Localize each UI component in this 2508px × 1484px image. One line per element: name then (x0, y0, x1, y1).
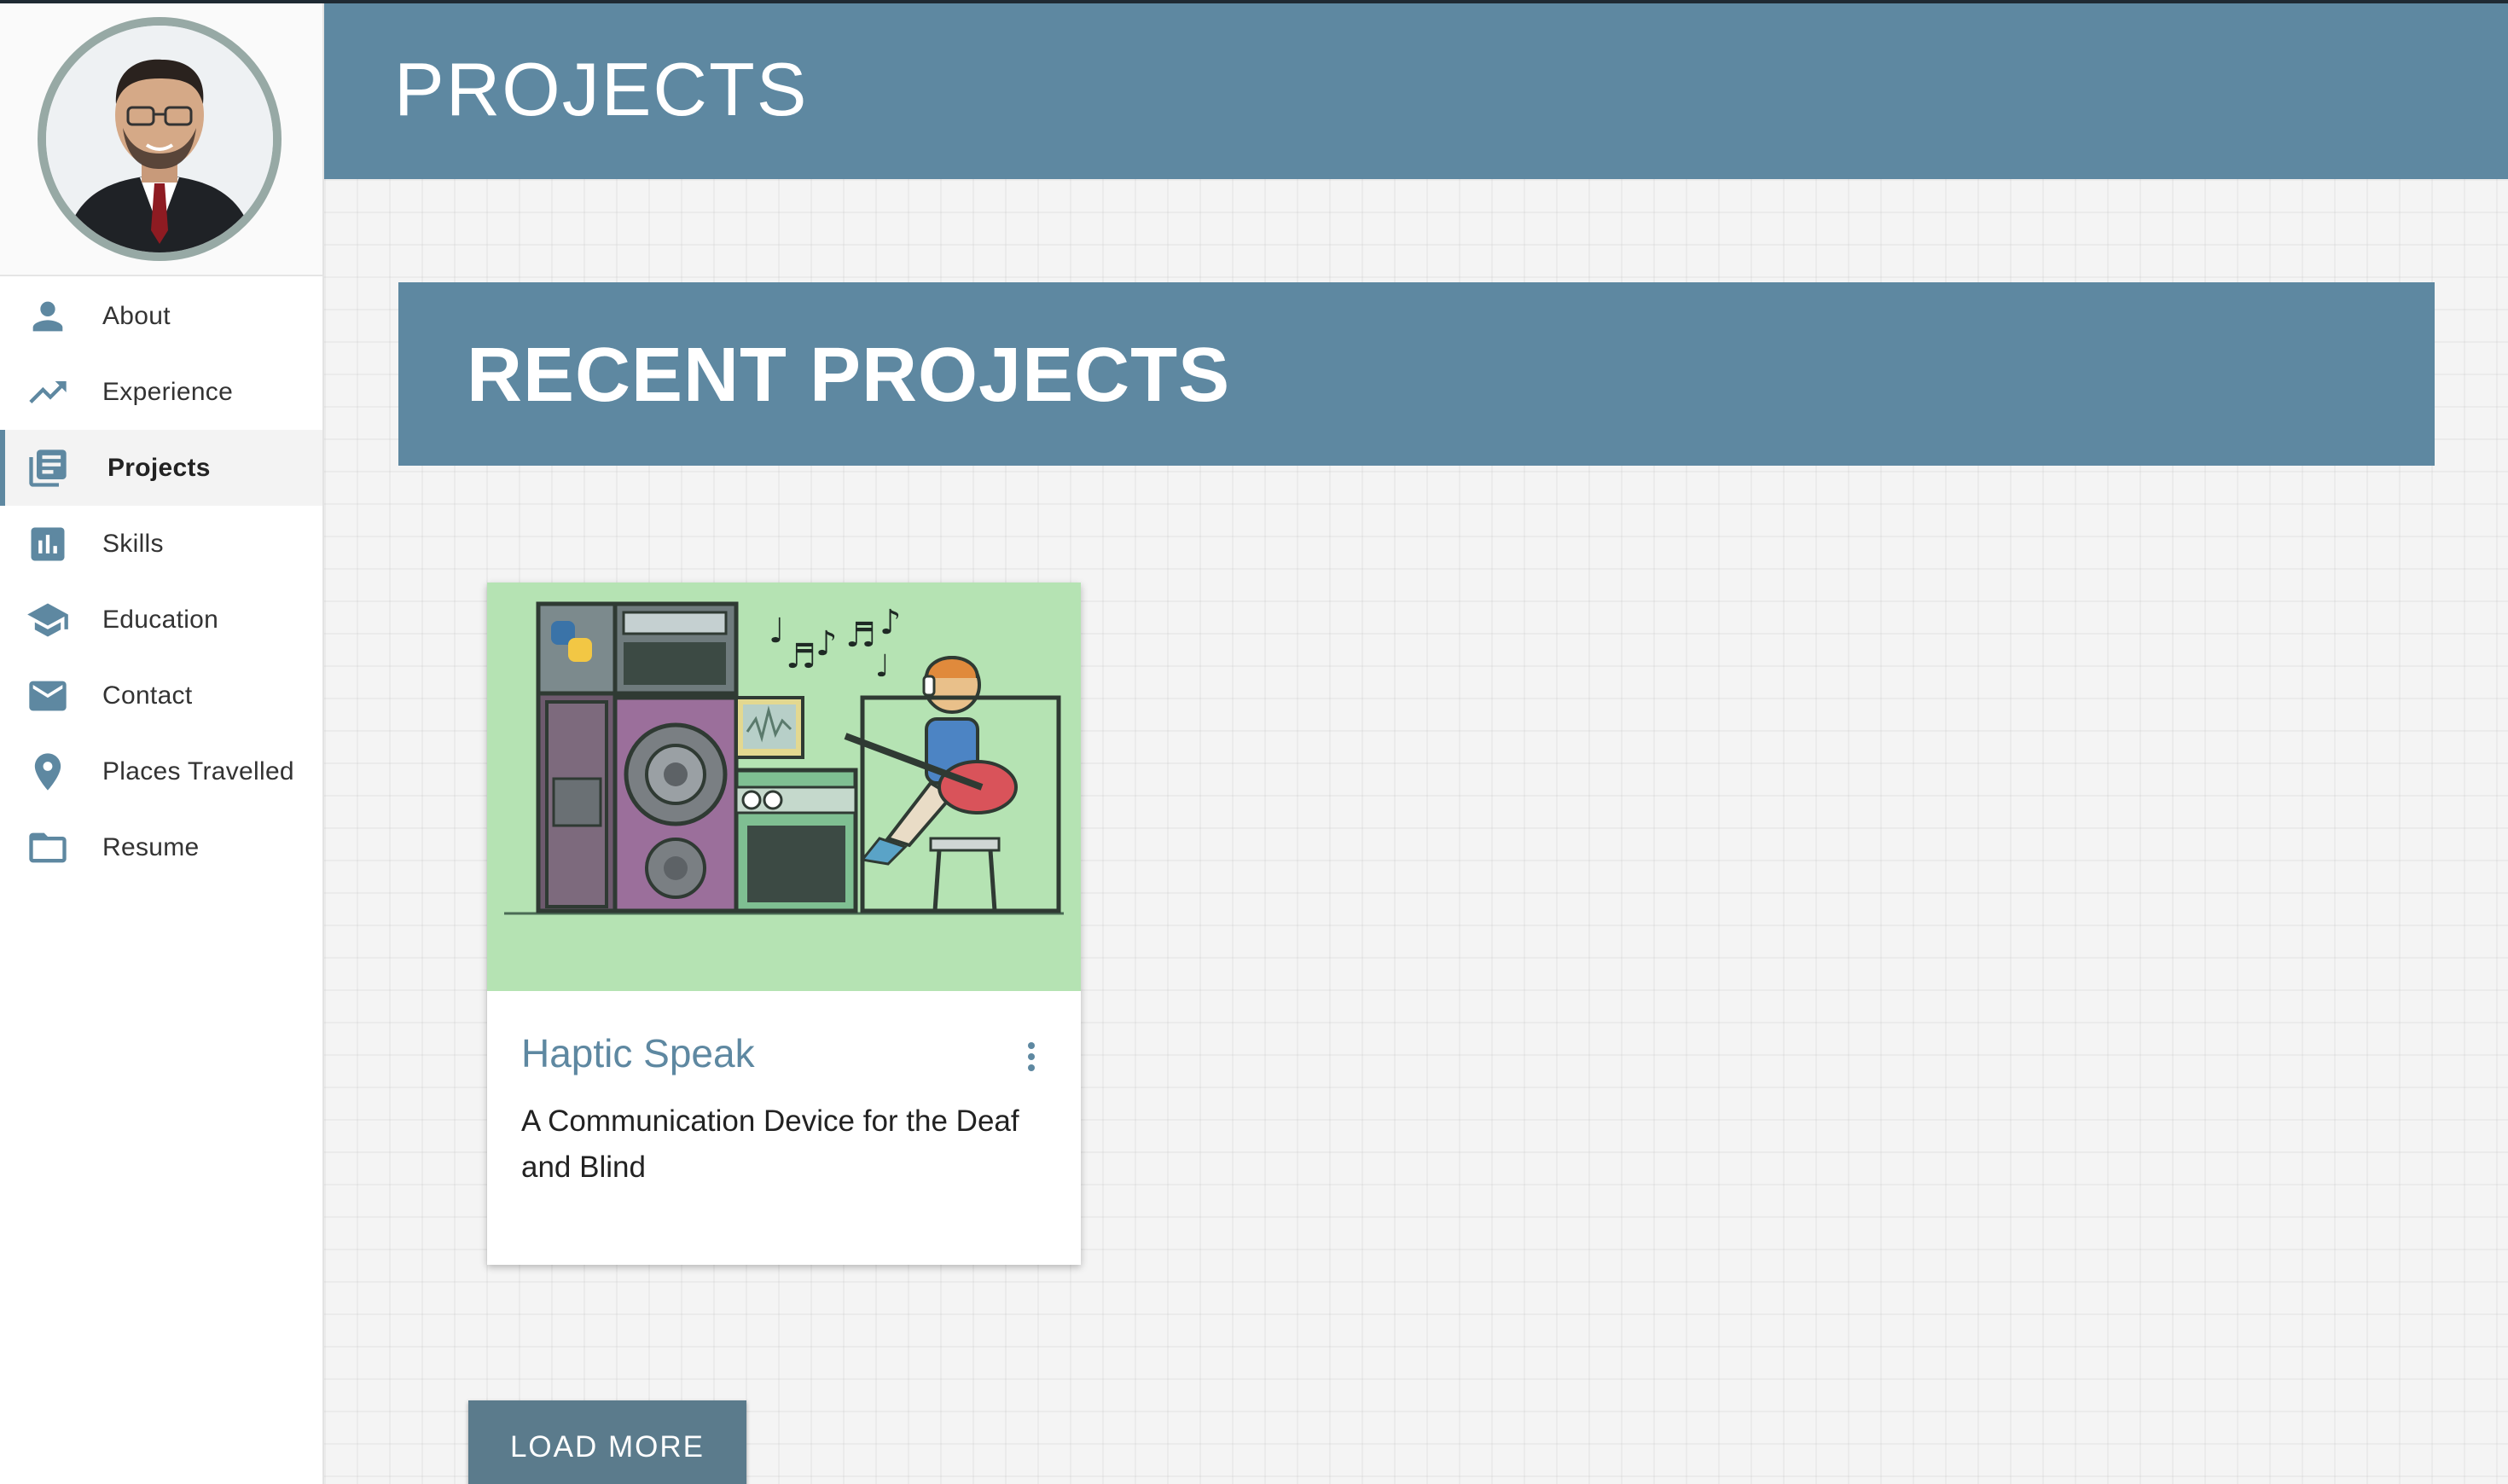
sidebar-item-label: Projects (107, 453, 211, 482)
project-card[interactable]: ♩ ♬ ♪ ♬ ♪ ♩ Haptic Speak A Communication… (487, 583, 1081, 1265)
person-icon (26, 293, 77, 340)
sidebar-item-contact[interactable]: Contact (0, 658, 322, 733)
load-more-button[interactable]: LOAD MORE (468, 1400, 746, 1484)
svg-text:♬: ♬ (845, 616, 876, 655)
music-studio-illustration-icon: ♩ ♬ ♪ ♬ ♪ ♩ (487, 583, 1081, 991)
mail-icon (26, 672, 77, 720)
svg-text:♩: ♩ (875, 649, 890, 684)
sidebar-item-label: About (102, 301, 171, 330)
top-border (0, 0, 2508, 3)
profile-section (0, 0, 322, 276)
sidebar-nav: About Experience Projects Skills Educati… (0, 276, 322, 885)
section-banner: RECENT PROJECTS (398, 282, 2435, 466)
page-header: PROJECTS (324, 3, 2508, 179)
project-description: A Communication Device for the Deaf and … (521, 1104, 1019, 1184)
graduation-cap-icon (26, 596, 77, 644)
main-content: RECENT PROJECTS ♩ ♬ ♪ ♬ ♪ ♩ Haptic Speak… (324, 179, 2508, 1484)
location-pin-icon (26, 748, 77, 796)
sidebar-item-label: Experience (102, 377, 234, 406)
sidebar-item-places-travelled[interactable]: Places Travelled (0, 733, 322, 809)
card-content: Haptic Speak A Communication Device for … (487, 991, 1081, 1191)
sidebar-item-education[interactable]: Education (0, 582, 322, 658)
sidebar-item-label: Contact (102, 681, 193, 710)
svg-text:♩: ♩ (769, 612, 785, 651)
sidebar-item-label: Education (102, 605, 219, 634)
bar-chart-icon (26, 520, 77, 568)
sidebar-item-about[interactable]: About (0, 278, 322, 354)
sidebar-item-label: Places Travelled (102, 756, 294, 785)
svg-text:♬: ♬ (786, 637, 816, 676)
project-image: ♩ ♬ ♪ ♬ ♪ ♩ (487, 583, 1081, 991)
sidebar-item-resume[interactable]: Resume (0, 809, 322, 885)
trending-up-icon (26, 368, 77, 416)
library-books-icon (26, 444, 77, 492)
avatar (38, 17, 282, 261)
project-title[interactable]: Haptic Speak (521, 1030, 1047, 1076)
svg-text:♪: ♪ (816, 624, 838, 664)
sidebar-item-experience[interactable]: Experience (0, 354, 322, 430)
section-title: RECENT PROJECTS (467, 333, 1231, 418)
sidebar-item-label: Resume (102, 832, 200, 861)
profile-photo-icon (46, 26, 273, 252)
sidebar-item-skills[interactable]: Skills (0, 506, 322, 582)
more-vert-icon[interactable] (1025, 1042, 1038, 1076)
svg-text:♪: ♪ (880, 603, 902, 642)
sidebar-item-projects[interactable]: Projects (0, 430, 322, 506)
sidebar: About Experience Projects Skills Educati… (0, 0, 324, 1484)
sidebar-item-label: Skills (102, 529, 164, 558)
page-title: PROJECTS (394, 47, 809, 131)
folder-icon (26, 824, 77, 872)
